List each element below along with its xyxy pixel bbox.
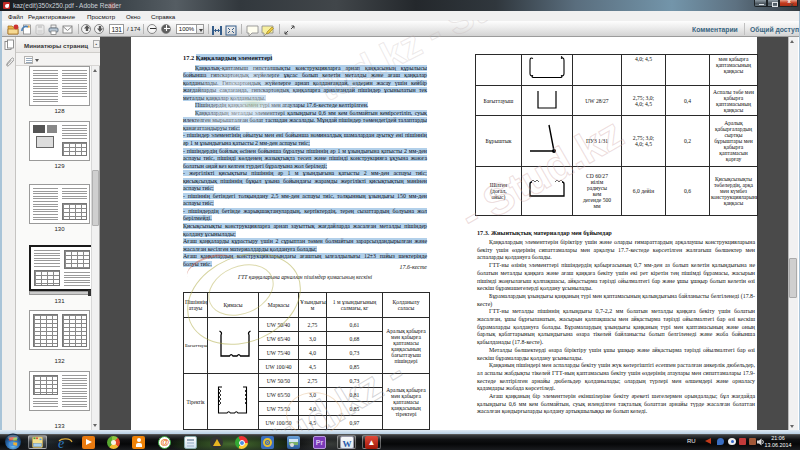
svg-text:e: e <box>58 436 64 450</box>
